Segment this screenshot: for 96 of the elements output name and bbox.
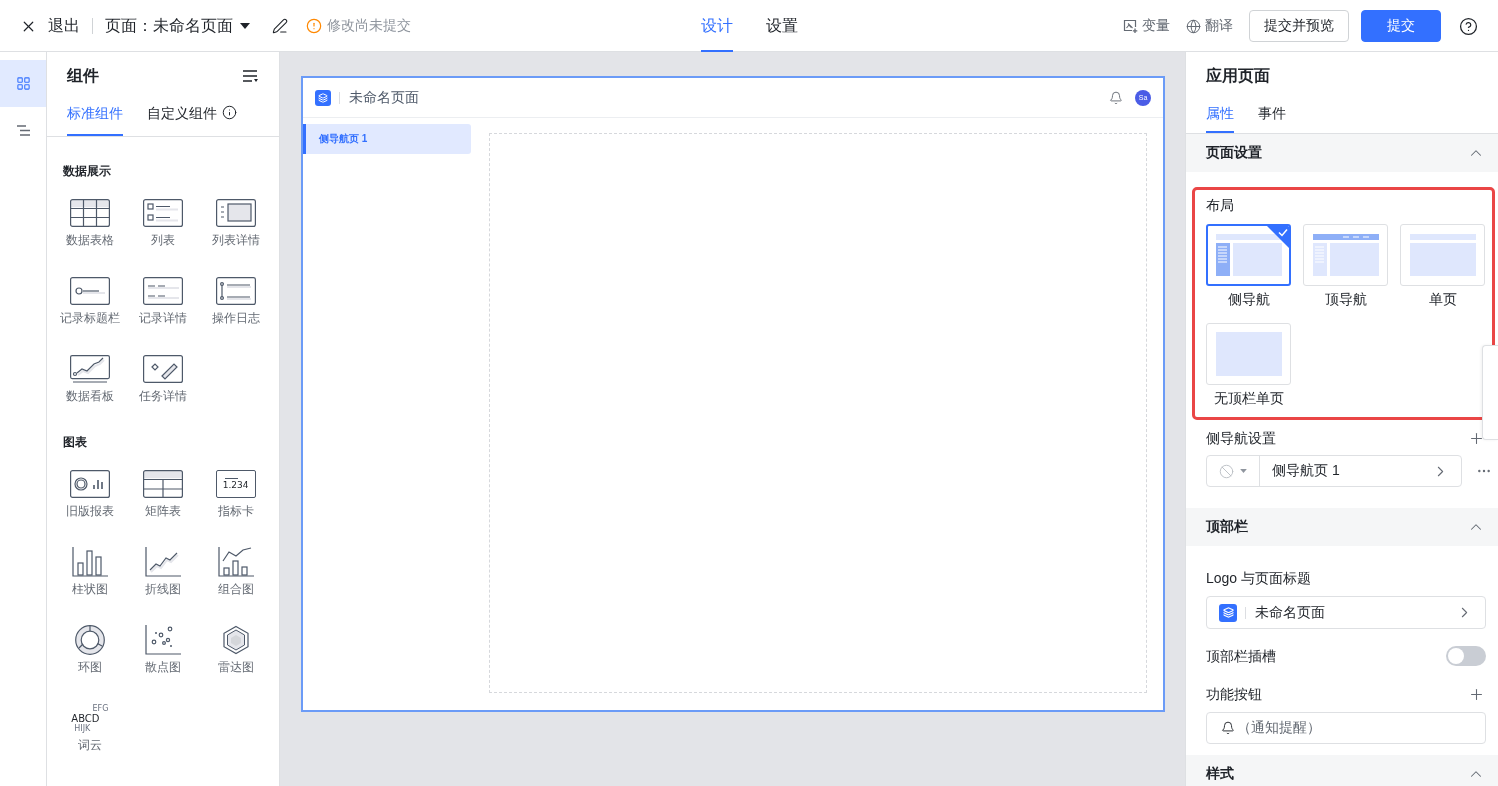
app-title: 未命名页面 — [349, 88, 419, 107]
component-tile[interactable]: EFG ABCD HIJK 词云 — [70, 703, 111, 754]
component-tile[interactable]: 矩阵表 — [143, 469, 183, 520]
side-nav-layout-drawing — [1215, 234, 1282, 276]
caret-down-icon — [240, 23, 250, 29]
matrix-table-icon — [143, 470, 183, 498]
component-tile[interactable]: 折线图 — [144, 547, 182, 598]
layout-option-card[interactable] — [1206, 224, 1291, 286]
ban-icon — [1219, 463, 1234, 479]
component-tile[interactable]: 雷达图 — [217, 625, 254, 676]
sort-icon[interactable] — [243, 69, 258, 83]
component-tile[interactable]: 列表详情 — [211, 198, 260, 249]
donut-chart-icon — [74, 624, 107, 656]
page-switcher[interactable]: 页面：未命名页面 — [105, 15, 250, 37]
panel-tab[interactable]: 标准组件 — [67, 100, 123, 136]
layout-option-label: 侧导航 — [1227, 290, 1270, 309]
word-cloud-word: HIJK — [74, 723, 91, 733]
nav-page-name: 侧导航页 1 — [1272, 462, 1340, 480]
component-tile[interactable]: 任务详情 — [139, 354, 187, 405]
submit-button[interactable]: 提交 — [1361, 10, 1441, 42]
field-label: 功能按钮 — [1206, 685, 1262, 704]
component-tile[interactable]: 环图 — [74, 625, 107, 676]
field-label: Logo 与页面标题 — [1206, 569, 1312, 588]
component-tile[interactable]: 1.234 指标卡 — [215, 469, 256, 520]
panel-title: 应用页面 — [1206, 65, 1270, 86]
panel-title: 组件 — [67, 65, 99, 86]
list-detail-icon — [215, 199, 256, 227]
component-tile[interactable]: 数据表格 — [66, 198, 115, 249]
list-icon — [143, 199, 183, 227]
rail-tab[interactable] — [0, 60, 46, 107]
bar-chart-icon — [71, 546, 110, 578]
line-chart-icon — [144, 546, 182, 578]
word-cloud-word: EFG — [92, 703, 109, 713]
component-tile[interactable]: 散点图 — [144, 625, 182, 676]
help-icon[interactable] — [1459, 16, 1478, 36]
table-icon — [70, 199, 111, 227]
caret-down-icon — [1240, 469, 1247, 473]
layers-logo-icon — [315, 89, 331, 106]
combo-chart-icon — [216, 546, 255, 578]
group-title: 数据展示 — [63, 163, 112, 179]
field-label: 侧导航设置 — [1206, 429, 1276, 448]
component-tile[interactable]: 数据看板 — [66, 354, 115, 405]
layers-logo-icon — [1219, 603, 1237, 622]
layout-option-label: 无顶栏单页 — [1213, 389, 1284, 408]
component-tile[interactable]: 操作日志 — [211, 276, 260, 327]
record-detail-icon — [143, 277, 183, 305]
component-tile[interactable]: 记录标题栏 — [60, 276, 121, 327]
side-nav-item[interactable]: 侧导航页 1 — [303, 124, 471, 154]
section-header[interactable]: 顶部栏 — [1186, 508, 1498, 546]
report-icon — [70, 470, 111, 498]
page-title-value: 未命名页面 — [1255, 603, 1325, 622]
check-corner-icon — [1267, 226, 1289, 248]
timeline-icon — [215, 277, 256, 305]
mode-tab[interactable]: 设置 — [765, 0, 798, 52]
layout-option-label: 顶导航 — [1324, 290, 1367, 309]
section-header[interactable]: 页面设置 — [1186, 134, 1498, 172]
outline-icon — [16, 125, 30, 136]
single-page-layout-drawing — [1409, 234, 1476, 276]
globe-icon — [1186, 18, 1201, 34]
bell-icon[interactable] — [1109, 90, 1123, 105]
no-header-layout-drawing — [1215, 332, 1282, 376]
pencil-task-icon — [143, 355, 183, 383]
group-title: 图表 — [63, 434, 88, 450]
nav-page-field[interactable]: 侧导航页 1 — [1206, 455, 1462, 487]
warning-icon — [306, 18, 322, 34]
toolbar-link[interactable]: 变量 — [1123, 17, 1170, 35]
component-tile[interactable]: 组合图 — [216, 547, 255, 598]
scatter-chart-icon — [144, 624, 182, 656]
component-tile[interactable]: 列表 — [143, 198, 183, 249]
edit-icon[interactable] — [272, 18, 288, 34]
section-header[interactable]: 样式 — [1186, 755, 1498, 786]
field-label: 顶部栏插槽 — [1206, 647, 1276, 666]
component-tile[interactable]: 柱状图 — [71, 547, 110, 598]
grid-icon — [15, 76, 31, 91]
panel-tab[interactable]: 自定义组件 — [147, 100, 237, 136]
record-header-icon — [70, 277, 111, 305]
image-plus-icon — [1123, 19, 1138, 33]
bell-icon — [1221, 721, 1235, 735]
unsaved-status: 修改尚未提交 — [327, 17, 411, 35]
radar-chart-icon — [220, 625, 251, 655]
exit-button[interactable]: 退出 — [20, 15, 80, 37]
toolbar-link[interactable]: 翻译 — [1186, 17, 1233, 35]
component-tile[interactable]: 旧版报表 — [66, 469, 115, 520]
function-button-name: （通知提醒） — [1237, 719, 1321, 737]
trend-monitor-icon — [70, 355, 111, 383]
layout-option-label: 单页 — [1428, 290, 1457, 309]
metric-value-text: 1.234 — [222, 480, 249, 491]
submit-preview-button[interactable]: 提交并预览 — [1249, 10, 1349, 42]
top-nav-layout-drawing — [1312, 234, 1379, 276]
logo-title-field[interactable]: 未命名页面 — [1206, 596, 1486, 629]
toggle-switch[interactable] — [1446, 646, 1486, 666]
word-cloud-word: ABCD — [71, 712, 100, 724]
panel-tab[interactable]: 事件 — [1258, 100, 1286, 133]
field-label: 布局 — [1206, 196, 1235, 215]
function-button-field[interactable]: （通知提醒） — [1206, 712, 1486, 744]
component-tile[interactable]: 记录详情 — [139, 276, 187, 327]
